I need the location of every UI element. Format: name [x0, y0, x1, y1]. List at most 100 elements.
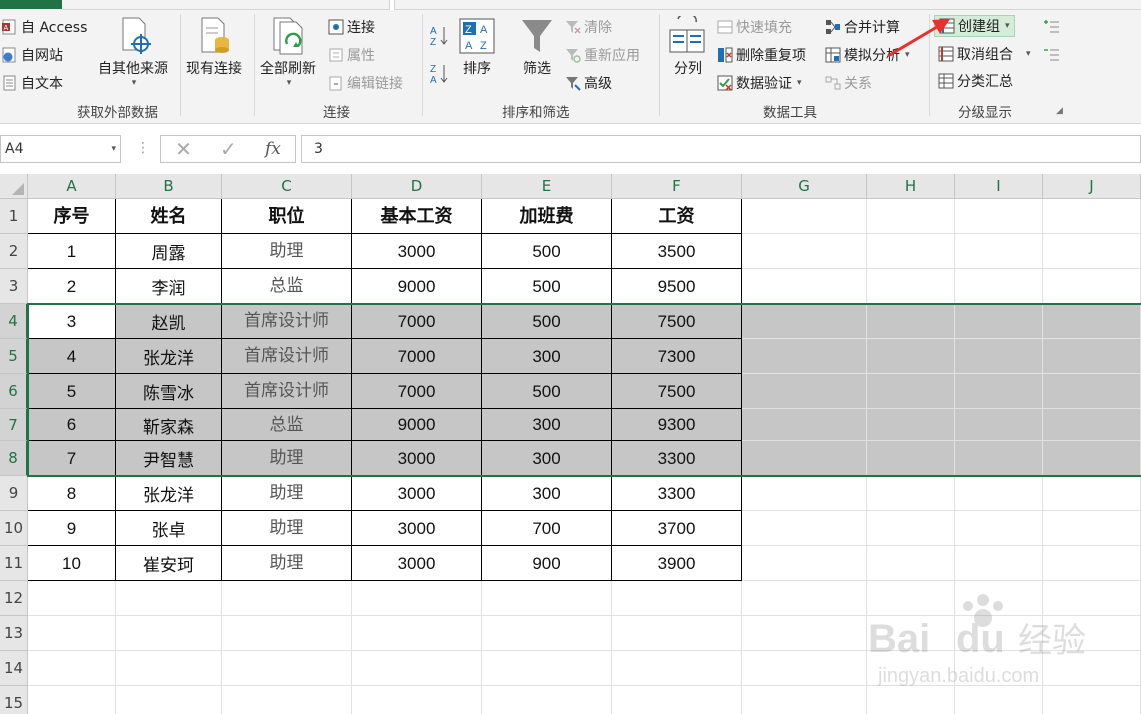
row-header-10[interactable]: 10	[0, 511, 28, 546]
cell-F2[interactable]: 3500	[612, 234, 742, 269]
cell-B11[interactable]: 崔安珂	[116, 546, 222, 581]
cell-H6[interactable]	[867, 374, 955, 409]
cell-J8[interactable]	[1043, 441, 1141, 476]
cell-D13[interactable]	[352, 616, 482, 651]
row-header-1[interactable]: 1	[0, 199, 28, 234]
cell-G8[interactable]	[742, 441, 867, 476]
cell-E2[interactable]: 500	[482, 234, 612, 269]
cell-E4[interactable]: 500	[482, 304, 612, 339]
cell-A4[interactable]: 3	[28, 304, 116, 339]
cell-F3[interactable]: 9500	[612, 269, 742, 304]
cell-C8[interactable]: 助理	[222, 441, 352, 476]
cell-H11[interactable]	[867, 546, 955, 581]
cell-C13[interactable]	[222, 616, 352, 651]
show-detail-button[interactable]	[1044, 16, 1060, 38]
cell-J3[interactable]	[1043, 269, 1141, 304]
cell-F7[interactable]: 9300	[612, 409, 742, 441]
cell-C6[interactable]: 首席设计师	[222, 374, 352, 409]
cell-H3[interactable]	[867, 269, 955, 304]
cell-J2[interactable]	[1043, 234, 1141, 269]
cell-H2[interactable]	[867, 234, 955, 269]
cell-A2[interactable]: 1	[28, 234, 116, 269]
connections-button[interactable]: 连接	[328, 16, 375, 38]
cancel-icon[interactable]: ✕	[175, 137, 192, 161]
cell-J11[interactable]	[1043, 546, 1141, 581]
cell-I1[interactable]	[955, 199, 1043, 234]
from-web-button[interactable]: 自网站	[2, 44, 63, 66]
sort-az-button[interactable]: AZ	[430, 24, 450, 48]
cell-A12[interactable]	[28, 581, 116, 616]
row-header-11[interactable]: 11	[0, 546, 28, 581]
relationships-button[interactable]: 关系	[825, 72, 872, 94]
advanced-filter-button[interactable]: 高级	[565, 72, 612, 94]
text-to-columns-button[interactable]: 分列	[668, 12, 708, 78]
cell-C15[interactable]	[222, 686, 352, 714]
cell-G7[interactable]	[742, 409, 867, 441]
row-header-3[interactable]: 3	[0, 269, 28, 304]
cell-G13[interactable]	[742, 616, 867, 651]
cell-B9[interactable]: 张龙洋	[116, 476, 222, 511]
cell-D9[interactable]: 3000	[352, 476, 482, 511]
cell-J5[interactable]	[1043, 339, 1141, 374]
formula-bar-grip-icon[interactable]: ⋮	[136, 140, 150, 156]
row-header-15[interactable]: 15	[0, 686, 28, 714]
cell-I8[interactable]	[955, 441, 1043, 476]
flash-fill-button[interactable]: 快速填充	[717, 16, 792, 38]
cell-A5[interactable]: 4	[28, 339, 116, 374]
cell-C4[interactable]: 首席设计师	[222, 304, 352, 339]
cell-F11[interactable]: 3900	[612, 546, 742, 581]
cell-A3[interactable]: 2	[28, 269, 116, 304]
cell-B15[interactable]	[116, 686, 222, 714]
outline-dialog-launcher-icon[interactable]: ◢	[1056, 104, 1063, 118]
clear-filter-button[interactable]: 清除	[565, 16, 612, 38]
edit-links-button[interactable]: 编辑链接	[328, 72, 403, 94]
cell-E6[interactable]: 500	[482, 374, 612, 409]
cell-G1[interactable]	[742, 199, 867, 234]
cell-C5[interactable]: 首席设计师	[222, 339, 352, 374]
cell-F4[interactable]: 7500	[612, 304, 742, 339]
cell-D5[interactable]: 7000	[352, 339, 482, 374]
cell-F5[interactable]: 7300	[612, 339, 742, 374]
cell-F9[interactable]: 3300	[612, 476, 742, 511]
cell-E14[interactable]	[482, 651, 612, 686]
cell-G10[interactable]	[742, 511, 867, 546]
row-header-12[interactable]: 12	[0, 581, 28, 616]
cell-C14[interactable]	[222, 651, 352, 686]
cell-C12[interactable]	[222, 581, 352, 616]
from-text-button[interactable]: 自文本	[2, 72, 63, 94]
existing-connections-button[interactable]: 现有连接	[186, 16, 242, 78]
column-header-G[interactable]: G	[742, 174, 867, 199]
cell-B13[interactable]	[116, 616, 222, 651]
cell-E9[interactable]: 300	[482, 476, 612, 511]
cell-F14[interactable]	[612, 651, 742, 686]
cell-F12[interactable]	[612, 581, 742, 616]
name-box[interactable]: A4 ▾	[0, 135, 121, 163]
cell-H8[interactable]	[867, 441, 955, 476]
cell-B1[interactable]: 姓名	[116, 199, 222, 234]
cell-D10[interactable]: 3000	[352, 511, 482, 546]
cell-G3[interactable]	[742, 269, 867, 304]
cell-G15[interactable]	[742, 686, 867, 714]
cell-E10[interactable]: 700	[482, 511, 612, 546]
cell-J7[interactable]	[1043, 409, 1141, 441]
cell-I3[interactable]	[955, 269, 1043, 304]
cell-E13[interactable]	[482, 616, 612, 651]
cell-B5[interactable]: 张龙洋	[116, 339, 222, 374]
cell-A14[interactable]	[28, 651, 116, 686]
cell-B7[interactable]: 靳家森	[116, 409, 222, 441]
sort-button[interactable]: ZAAZ 排序	[459, 16, 495, 78]
enter-check-icon[interactable]: ✓	[220, 137, 237, 161]
cell-D8[interactable]: 3000	[352, 441, 482, 476]
row-header-14[interactable]: 14	[0, 651, 28, 686]
column-header-B[interactable]: B	[116, 174, 222, 199]
insert-function-button[interactable]: fx	[265, 139, 281, 159]
cell-I9[interactable]	[955, 476, 1043, 511]
row-header-5[interactable]: 5	[0, 339, 28, 374]
cell-B3[interactable]: 李润	[116, 269, 222, 304]
row-header-8[interactable]: 8	[0, 441, 28, 476]
row-header-13[interactable]: 13	[0, 616, 28, 651]
cell-I5[interactable]	[955, 339, 1043, 374]
cell-D11[interactable]: 3000	[352, 546, 482, 581]
cell-H15[interactable]	[867, 686, 955, 714]
cell-E1[interactable]: 加班费	[482, 199, 612, 234]
